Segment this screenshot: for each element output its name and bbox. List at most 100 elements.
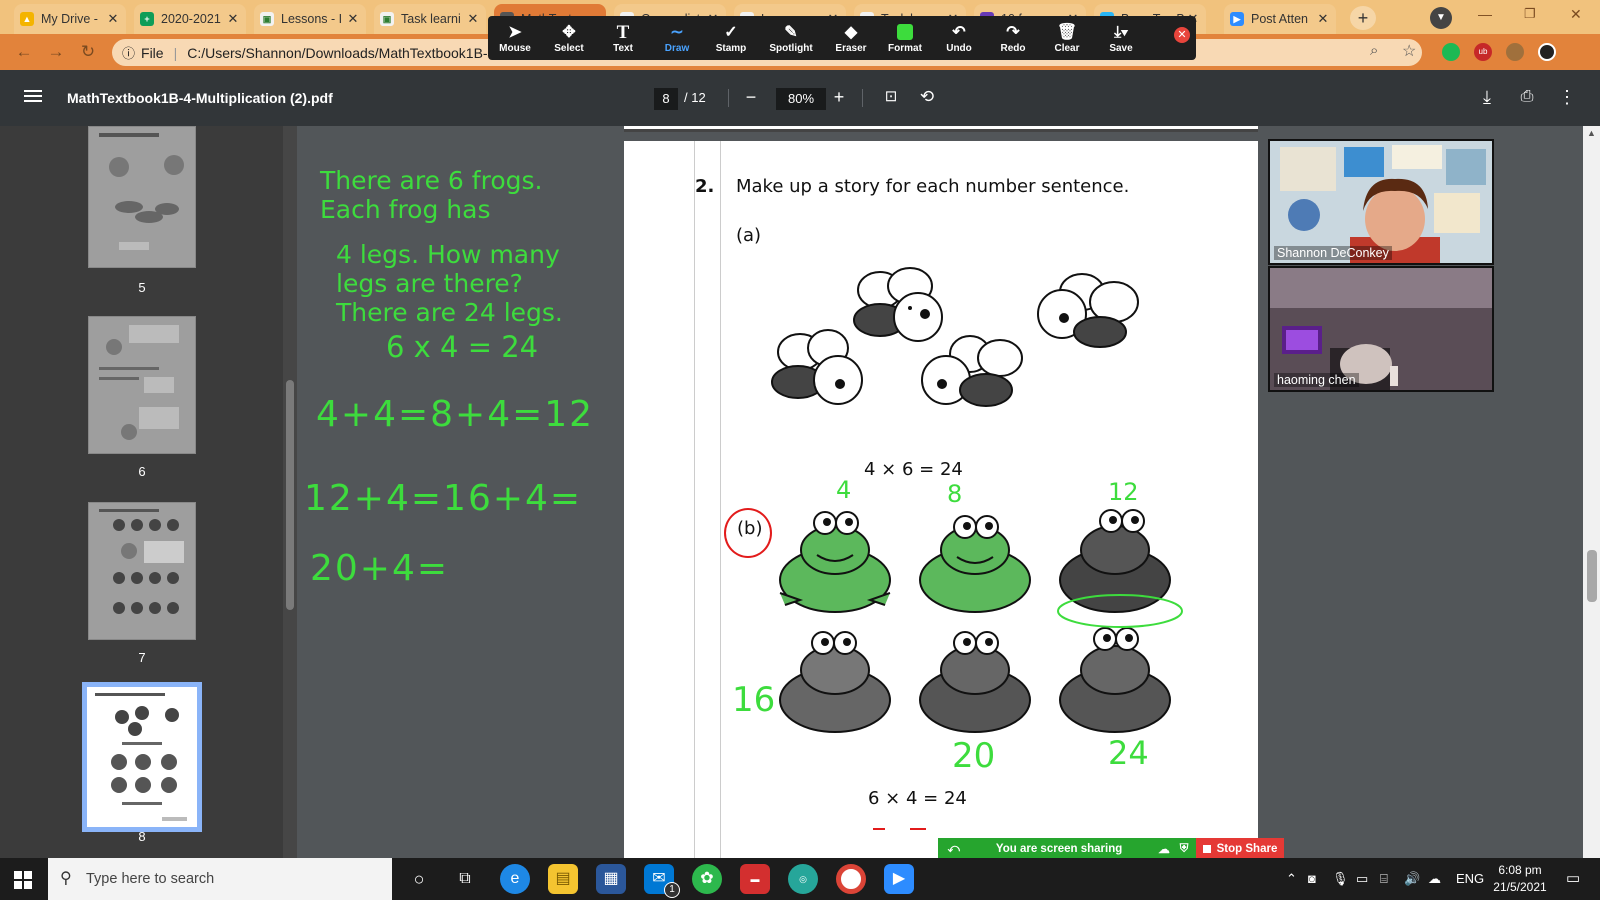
tutor-app-icon[interactable]: ◎ xyxy=(788,864,818,894)
close-tab-icon[interactable]: ✕ xyxy=(106,11,120,27)
reload-icon[interactable]: ↻ xyxy=(78,42,98,62)
video-tile-shannon[interactable]: Shannon DeConkey xyxy=(1268,139,1494,265)
tool-redo[interactable]: ↷ Redo xyxy=(986,16,1040,60)
page-total: / 12 xyxy=(684,90,706,105)
print-icon[interactable]: ⎙ xyxy=(1516,86,1538,108)
thumbnail-preview xyxy=(99,509,184,614)
tray-meeting-icon[interactable]: ◙ xyxy=(1308,871,1316,886)
sidebar-scroll-thumb[interactable] xyxy=(286,380,294,610)
bookmark-star-icon[interactable]: ☆ xyxy=(1402,41,1416,61)
tab-my-drive[interactable]: ▲ My Drive - ✕ xyxy=(14,4,126,34)
tutor-group-icon[interactable]: ▬ xyxy=(740,864,770,894)
download-icon[interactable]: ⤓ xyxy=(1476,86,1498,108)
close-tab-icon[interactable]: ✕ xyxy=(466,11,480,27)
windows-start-icon[interactable] xyxy=(14,871,32,889)
tool-clear[interactable]: 🗑 Clear xyxy=(1040,16,1094,60)
close-tab-icon[interactable]: ✕ xyxy=(1316,11,1330,27)
extension-puzzle-icon[interactable] xyxy=(1506,43,1524,61)
stop-icon xyxy=(1202,845,1211,853)
tab-sheets[interactable]: + 2020-2021 ✕ xyxy=(134,4,246,34)
tool-save[interactable]: ⤓▾ Save xyxy=(1094,16,1148,60)
info-icon[interactable]: ⓘ xyxy=(122,43,135,62)
page-number-input[interactable]: 8 xyxy=(654,88,678,110)
tab-lessons[interactable]: ▣ Lessons - I ✕ xyxy=(254,4,366,34)
minimize-icon[interactable]: — xyxy=(1478,6,1492,22)
share-drag-icon[interactable]: ⤺ xyxy=(948,843,960,856)
tool-label: Format xyxy=(888,42,922,54)
google-drive-icon: ▲ xyxy=(20,12,34,26)
stop-share-button[interactable]: Stop Share xyxy=(1196,838,1284,860)
zoom-magnifier-icon[interactable]: ⌕ xyxy=(1370,42,1378,59)
annotation-sum: 20+4= xyxy=(310,548,450,589)
action-center-icon[interactable]: ▭ xyxy=(1566,869,1580,887)
ublock-icon[interactable]: ub xyxy=(1474,43,1492,61)
document-scrollbar[interactable]: ▲ xyxy=(1583,126,1600,858)
address-url[interactable]: C:/Users/Shannon/Downloads/MathTextbook1… xyxy=(187,45,495,61)
tool-eraser[interactable]: ◆ Eraser xyxy=(824,16,878,60)
restore-icon[interactable]: ❐ xyxy=(1524,6,1536,22)
evernote-icon[interactable]: ✿ xyxy=(692,864,722,894)
close-window-icon[interactable]: ✕ xyxy=(1570,6,1582,23)
scroll-up-icon[interactable]: ▲ xyxy=(1583,128,1600,138)
rotate-icon[interactable]: ⟲ xyxy=(916,86,938,108)
zoom-in-icon[interactable]: + xyxy=(828,86,850,108)
tool-mouse[interactable]: ➤ Mouse xyxy=(488,16,542,60)
zoom-app-icon[interactable]: ▶ xyxy=(884,864,914,894)
checkmark-stamp-icon: ✓ xyxy=(724,23,738,41)
volume-icon[interactable]: 🔊 xyxy=(1404,871,1420,887)
forward-icon[interactable]: → xyxy=(46,42,66,62)
profile-avatar[interactable] xyxy=(1538,43,1556,61)
thumbnail-page-8-selected[interactable] xyxy=(82,682,202,832)
classroom-icon: ▣ xyxy=(260,12,274,26)
store-icon[interactable]: ▦ xyxy=(596,864,626,894)
file-explorer-icon[interactable]: ▤ xyxy=(548,864,578,894)
tool-select[interactable]: ✥ Select xyxy=(542,16,596,60)
annotation-sum: 4+4=8+4=12 xyxy=(316,394,595,435)
extension-green-icon[interactable] xyxy=(1442,43,1460,61)
task-view-icon[interactable]: ⧉ xyxy=(450,864,480,894)
back-icon[interactable]: ← xyxy=(14,42,34,62)
microphone-icon[interactable]: 🎙 xyxy=(1332,871,1349,887)
thumbnail-page-7[interactable] xyxy=(88,502,196,640)
thumbnail-page-6[interactable] xyxy=(88,316,196,454)
onedrive-icon[interactable]: ☁ xyxy=(1428,871,1441,887)
new-tab-icon[interactable]: + xyxy=(1350,6,1376,30)
video-tile-haoming[interactable]: haoming chen xyxy=(1268,266,1494,392)
close-annotation-icon[interactable]: ✕ xyxy=(1174,27,1190,43)
zoom-level-input[interactable]: 80% xyxy=(776,88,826,110)
share-cloud-icon[interactable]: ☁ xyxy=(1158,842,1170,856)
undo-icon: ↶ xyxy=(952,23,966,41)
tab-task-learning[interactable]: ▣ Task learni ✕ xyxy=(374,4,486,34)
document-scroll-thumb[interactable] xyxy=(1587,550,1597,602)
tab-search-icon[interactable]: ▼ xyxy=(1430,7,1452,29)
screen-sharing-bar[interactable]: ⤺ You are screen sharing ☁ ⛨ xyxy=(938,838,1198,860)
tool-spotlight[interactable]: ✎ Spotlight xyxy=(758,16,824,60)
more-options-icon[interactable]: ⋮ xyxy=(1556,86,1578,108)
network-icon[interactable]: ⌸ xyxy=(1380,871,1388,887)
annotation-text: legs are there? xyxy=(336,269,523,298)
chrome-icon[interactable] xyxy=(836,864,866,894)
annotation-count: 8 xyxy=(947,480,963,508)
edge-icon[interactable]: e xyxy=(500,864,530,894)
close-tab-icon[interactable]: ✕ xyxy=(346,11,360,27)
tool-draw[interactable]: ∼ Draw xyxy=(650,16,704,60)
tool-undo[interactable]: ↶ Undo xyxy=(932,16,986,60)
tab-post-attendance[interactable]: ▶ Post Atten ✕ xyxy=(1224,4,1336,34)
zoom-out-icon[interactable]: − xyxy=(740,86,762,108)
share-shield-icon[interactable]: ⛨ xyxy=(1180,843,1189,856)
battery-icon[interactable]: ▭ xyxy=(1356,871,1368,887)
menu-icon[interactable] xyxy=(24,87,42,105)
close-tab-icon[interactable]: ✕ xyxy=(226,11,240,27)
tool-text[interactable]: T Text xyxy=(596,16,650,60)
language-indicator[interactable]: ENG xyxy=(1456,871,1484,886)
thumbnail-page-5[interactable] xyxy=(88,126,196,268)
system-clock[interactable]: 6:08 pm 21/5/2021 xyxy=(1488,862,1552,896)
cortana-icon[interactable]: ○ xyxy=(404,864,434,894)
tool-stamp[interactable]: ✓ Stamp xyxy=(704,16,758,60)
thumbnail-preview xyxy=(95,693,187,821)
tool-format[interactable]: Format xyxy=(878,16,932,60)
fit-page-icon[interactable]: ⊡ xyxy=(880,86,902,108)
tray-chevron-icon[interactable]: ⌃ xyxy=(1286,871,1297,887)
frog xyxy=(919,515,1031,613)
taskbar-search-box[interactable]: ⚲ Type here to search xyxy=(48,858,392,900)
